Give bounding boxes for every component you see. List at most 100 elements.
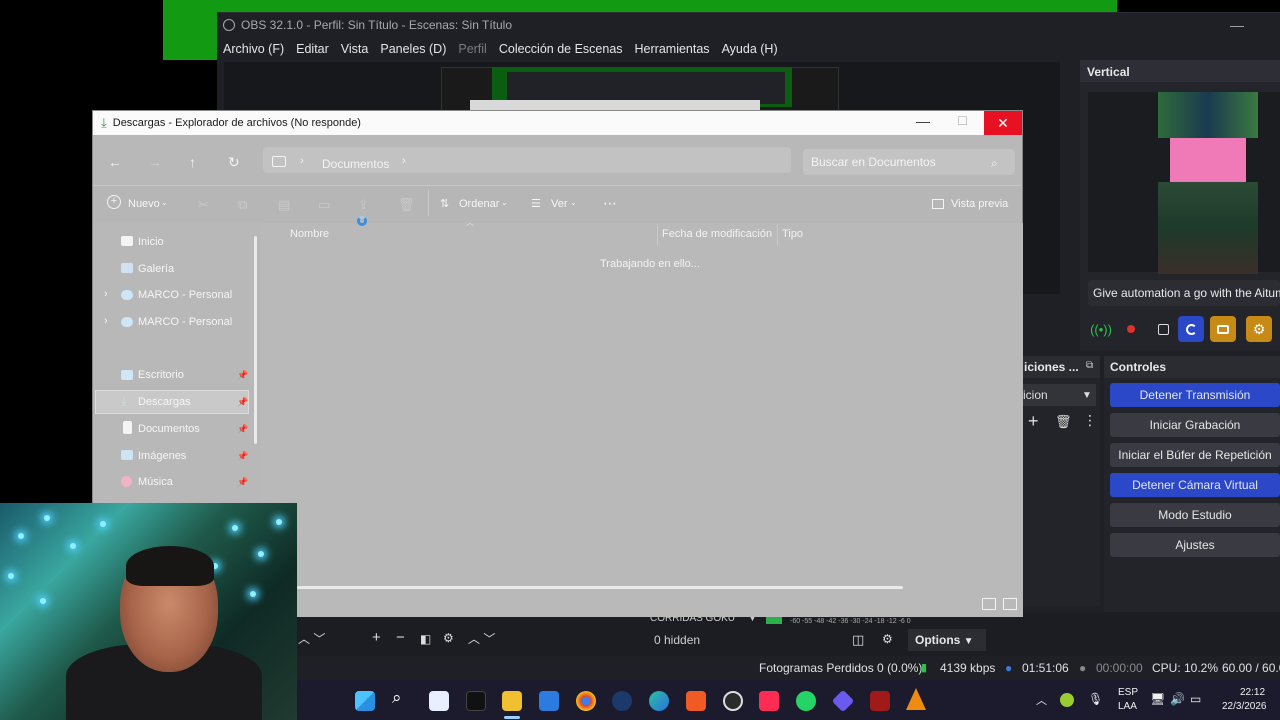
menu-editar[interactable]: Editar — [290, 42, 335, 56]
share-icon[interactable]: ⇪ — [358, 197, 369, 213]
expand-chevron-icon[interactable]: › — [104, 288, 108, 300]
copy-icon[interactable]: ⧉ — [238, 197, 247, 213]
clock-date[interactable]: 22/3/2026 — [1222, 701, 1267, 712]
view-icon[interactable]: ☰ — [531, 197, 541, 210]
stop-stream-button[interactable]: Detener Transmisión — [1110, 383, 1280, 407]
start-replay-buffer-button[interactable]: Iniciar el Búfer de Repetición — [1110, 443, 1280, 467]
edge-icon[interactable] — [649, 691, 669, 711]
column-divider[interactable] — [657, 224, 658, 246]
column-divider[interactable] — [777, 224, 778, 246]
search-input[interactable]: Buscar en Documentos — [803, 149, 1015, 175]
replay-icon[interactable] — [1178, 316, 1204, 342]
rename-icon[interactable]: ▭ — [318, 197, 330, 213]
mail-icon[interactable] — [539, 691, 559, 711]
brave-icon[interactable] — [686, 691, 706, 711]
sidebar-item-inicio[interactable]: Inicio — [138, 236, 164, 248]
sidebar-item-imagenes[interactable]: Imágenes — [138, 450, 186, 462]
tiktok-live-icon[interactable] — [759, 691, 779, 711]
sort-icon[interactable]: ⇅ — [440, 197, 449, 210]
remove-source-icon[interactable]: − — [396, 629, 405, 646]
paste-icon[interactable]: ▤ — [278, 197, 290, 213]
sidebar-item-onedrive-2[interactable]: MARCO - Personal — [138, 316, 232, 328]
gear-icon[interactable]: ⚙ — [882, 632, 893, 646]
tiktok-icon[interactable] — [466, 691, 486, 711]
sidebar-item-galeria[interactable]: Galería — [138, 263, 174, 275]
steam-icon[interactable] — [612, 691, 632, 711]
add-source-icon[interactable]: + — [372, 629, 381, 646]
file-explorer-icon[interactable] — [502, 691, 522, 711]
refresh-icon[interactable]: ↻ — [228, 154, 240, 171]
tray-app-icon[interactable] — [1060, 693, 1074, 707]
dock-popout-icon[interactable]: ⧉ — [1086, 360, 1093, 371]
cut-icon[interactable]: ✂ — [198, 197, 209, 213]
add-icon[interactable]: + — [1028, 411, 1039, 432]
delete-icon[interactable]: 🗑 — [398, 197, 415, 213]
virtual-camera-icon[interactable] — [1210, 316, 1236, 342]
scene-move-icons[interactable]: ︿ ﹀ — [298, 630, 325, 647]
stream-live-icon[interactable]: ((•)) — [1088, 316, 1114, 342]
details-view-icon[interactable] — [982, 598, 996, 610]
column-header-date[interactable]: Fecha de modificación — [662, 228, 772, 240]
menu-ayuda[interactable]: Ayuda (H) — [716, 42, 784, 56]
record-icon[interactable] — [1118, 316, 1144, 342]
search-icon[interactable]: ⌕ — [392, 688, 402, 708]
explorer-file-list[interactable] — [263, 223, 1023, 617]
menu-herramientas[interactable]: Herramientas — [629, 42, 716, 56]
up-arrow-icon[interactable]: ↑ — [189, 154, 196, 170]
battery-icon[interactable]: ▭ — [1190, 692, 1201, 706]
network-icon[interactable]: 🖥 — [1150, 692, 1165, 706]
sidebar-item-documentos[interactable]: Documentos — [138, 423, 200, 435]
chevron-up-icon[interactable]: ︿ — [1036, 692, 1047, 708]
menu-vista[interactable]: Vista — [335, 42, 375, 56]
menu-archivo[interactable]: Archivo (F) — [217, 42, 290, 56]
app-icon[interactable] — [870, 691, 890, 711]
whatsapp-icon[interactable] — [796, 691, 816, 711]
large-icons-view-icon[interactable] — [1003, 598, 1017, 610]
menu-coleccion-escenas[interactable]: Colección de Escenas — [493, 42, 629, 56]
minimize-icon[interactable]: — — [1230, 17, 1244, 33]
forward-arrow-icon[interactable]: → — [148, 154, 162, 170]
preview-pane-icon[interactable] — [932, 199, 944, 209]
menu-paneles[interactable]: Paneles (D) — [374, 42, 452, 56]
studio-mode-button[interactable]: Modo Estudio — [1110, 503, 1280, 527]
language-indicator[interactable]: ESP — [1118, 687, 1138, 698]
chrome-icon[interactable] — [576, 691, 596, 711]
start-recording-button[interactable]: Iniciar Grabación — [1110, 413, 1280, 437]
source-gear-icon[interactable]: ⚙ — [443, 631, 454, 645]
maximize-icon[interactable]: ☐ — [957, 114, 968, 128]
preview-pane-button[interactable]: Vista previa — [951, 198, 1008, 210]
this-pc-icon[interactable] — [272, 156, 286, 167]
clock-time[interactable]: 22:12 — [1240, 687, 1265, 698]
vlc-icon[interactable] — [906, 688, 926, 710]
column-header-type[interactable]: Tipo — [782, 228, 803, 240]
sidebar-item-descargas[interactable]: Descargas — [138, 396, 191, 408]
volume-icon[interactable]: 🔊 — [1170, 692, 1185, 706]
filter-icon[interactable]: ◧ — [420, 632, 431, 646]
sidebar-item-onedrive-1[interactable]: MARCO - Personal — [138, 289, 232, 301]
sidebar-item-musica[interactable]: Música — [138, 476, 173, 488]
stop-virtual-camera-button[interactable]: Detener Cámara Virtual — [1110, 473, 1280, 497]
obs-icon[interactable] — [723, 691, 743, 711]
sidebar-item-escritorio[interactable]: Escritorio — [138, 369, 184, 381]
new-plus-icon[interactable]: + — [107, 195, 121, 209]
source-move-icons[interactable]: ︿ ﹀ — [468, 630, 495, 647]
chevron-down-icon[interactable]: ▼ — [1082, 390, 1092, 401]
options-button[interactable]: Options ▼ — [908, 629, 986, 651]
trash-icon[interactable]: 🗑 — [1055, 414, 1072, 430]
chevron-down-icon[interactable]: ⌄ — [161, 198, 168, 207]
expand-chevron-icon[interactable]: › — [104, 315, 108, 327]
chevron-down-icon[interactable]: ⌄ — [570, 198, 577, 207]
menu-perfil[interactable]: Perfil — [452, 42, 492, 56]
breadcrumb-chevron-icon[interactable]: › — [402, 155, 406, 167]
column-header-name[interactable]: Nombre — [290, 228, 329, 240]
chevron-down-icon[interactable]: ⌄ — [501, 198, 508, 207]
new-button[interactable]: Nuevo — [128, 198, 160, 210]
breadcrumb[interactable]: Documentos — [322, 157, 389, 171]
app-icon[interactable] — [429, 691, 449, 711]
more-options-icon[interactable]: ⋯ — [603, 195, 617, 212]
automation-banner[interactable]: Give automation a go with the Aitum — [1088, 280, 1280, 306]
settings-gear-icon[interactable]: ⚙ — [1246, 316, 1272, 342]
horizontal-scrollbar[interactable] — [297, 586, 903, 589]
settings-button[interactable]: Ajustes — [1110, 533, 1280, 557]
layout-icon[interactable]: ◫ — [852, 632, 864, 648]
